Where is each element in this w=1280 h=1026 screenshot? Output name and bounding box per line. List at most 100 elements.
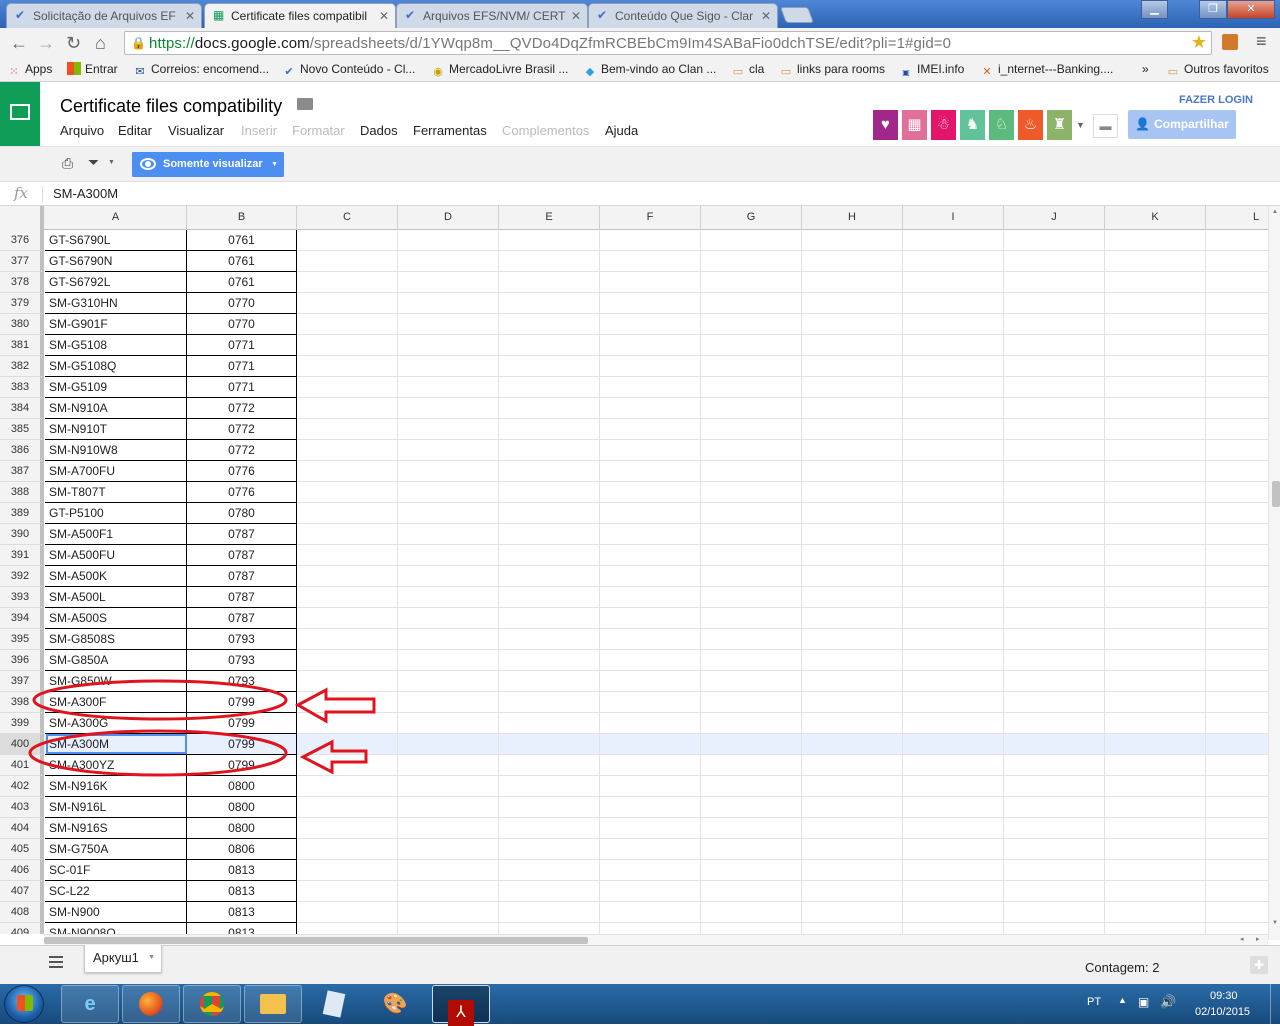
bookmark-cla[interactable]: ▭ cla bbox=[731, 62, 765, 79]
home-icon[interactable]: ⌂ bbox=[95, 32, 106, 54]
filter-icon[interactable]: ⏷ bbox=[88, 154, 99, 171]
close-icon[interactable]: ✕ bbox=[185, 4, 195, 28]
taskbar-acrobat[interactable]: ⅄ bbox=[432, 985, 490, 1026]
menu-icon[interactable]: ≡ bbox=[1256, 32, 1267, 50]
close-icon[interactable]: ✕ bbox=[379, 4, 389, 28]
bookmark-apps[interactable]: ⁙ Apps bbox=[7, 62, 52, 79]
maximize-button[interactable]: ❐ bbox=[1199, 0, 1227, 19]
scroll-thumb[interactable] bbox=[1272, 481, 1280, 507]
scroll-down-icon[interactable]: ▼ bbox=[1272, 920, 1278, 926]
addon-icon[interactable]: ♥ bbox=[873, 110, 898, 140]
browser-tab[interactable]: ✔ Solicitação de Arquivos EF ✕ bbox=[6, 3, 202, 28]
new-tab-button[interactable] bbox=[780, 7, 814, 23]
addon-icon[interactable]: ♘ bbox=[989, 110, 1014, 140]
scroll-up-icon[interactable]: ▲ bbox=[1272, 209, 1278, 215]
bookmarks-overflow[interactable]: » bbox=[1142, 62, 1149, 76]
diamond-icon: ◆ bbox=[585, 66, 595, 78]
bookmark-mercadolivre[interactable]: ◉ MercadoLivre Brasil ... bbox=[431, 62, 568, 79]
spreadsheet-grid[interactable]: ABCDEFGHIJKL 376 GT-S6790L 0761 377 GT-S6790… bbox=[0, 206, 1268, 934]
horizontal-scrollbar[interactable]: ◂ ▸ bbox=[44, 934, 1268, 945]
url-path: /spreadsheets/d/1YWqp8m__QVDo4DqZfmRCBEb… bbox=[309, 35, 952, 52]
folder-icon: ▭ bbox=[1167, 66, 1179, 78]
sheet-tab-label: Аркуш1 bbox=[93, 950, 139, 965]
bookmark-label: Correios: encomend... bbox=[151, 62, 270, 76]
document-title: Certificate files compatibility bbox=[60, 96, 283, 116]
formula-input[interactable]: SM-A300M bbox=[53, 186, 118, 201]
bookmark-novo-conteudo[interactable]: ✔ Novo Conteúdo - Cl... bbox=[282, 62, 415, 79]
menu-visualizar[interactable]: Visualizar bbox=[168, 123, 224, 138]
print-icon[interactable]: ⎙ bbox=[62, 155, 73, 172]
scroll-thumb[interactable] bbox=[44, 937, 588, 944]
bookmark-label: links para rooms bbox=[797, 62, 886, 76]
sheet-list-icon[interactable] bbox=[49, 956, 63, 968]
bookmark-clan[interactable]: ◆ Bem-vindo ao Clan ... bbox=[583, 62, 717, 79]
bookmark-links-rooms[interactable]: ▭ links para rooms bbox=[779, 62, 885, 79]
extension-icon[interactable] bbox=[1222, 34, 1238, 50]
reload-icon[interactable]: ↻ bbox=[66, 32, 81, 54]
sheets-logo[interactable] bbox=[0, 82, 40, 146]
addon-icon[interactable]: ♞ bbox=[960, 110, 985, 140]
chevron-down-icon[interactable]: ▼ bbox=[1076, 120, 1085, 130]
addon-icon[interactable]: ♨ bbox=[1018, 110, 1043, 140]
windows-taskbar: e 🎨 ⅄ PT ▲ ▣ 🔊 09:30 02/10/2015 bbox=[0, 984, 1280, 1026]
system-tray: PT ▲ ▣ 🔊 09:30 02/10/2015 bbox=[1080, 984, 1280, 1024]
back-icon[interactable]: ← bbox=[10, 32, 28, 54]
browser-tab[interactable]: ✔ Arquivos EFS/NVM/ CERT ✕ bbox=[396, 3, 588, 28]
close-window-button[interactable]: ✕ bbox=[1227, 0, 1275, 19]
vertical-scrollbar[interactable]: ▲ ▼ bbox=[1268, 206, 1280, 940]
apps-icon: ⁙ bbox=[9, 66, 19, 78]
addon-icon[interactable]: ☃ bbox=[931, 110, 956, 140]
menu-dados[interactable]: Dados bbox=[360, 123, 398, 138]
menu-inserir[interactable]: Inserir bbox=[241, 123, 277, 138]
taskbar-ie[interactable]: e bbox=[61, 985, 119, 1023]
bookmark-imei[interactable]: ▣ IMEI.info bbox=[899, 62, 964, 79]
browser-tab-active[interactable]: ▦ Certificate files compatibil ✕ bbox=[204, 3, 396, 29]
show-desktop-button[interactable] bbox=[1270, 984, 1280, 1024]
scroll-left-icon[interactable]: ◂ bbox=[1240, 935, 1244, 943]
tray-expand-icon[interactable]: ▲ bbox=[1118, 995, 1127, 1005]
minimize-button[interactable]: ▁ bbox=[1141, 0, 1168, 19]
share-button[interactable]: 👤 Compartilhar bbox=[1128, 110, 1236, 139]
chevron-down-icon[interactable]: ▼ bbox=[108, 159, 115, 166]
menu-arquivo[interactable]: Arquivo bbox=[60, 123, 104, 138]
close-icon[interactable]: ✕ bbox=[761, 4, 771, 28]
menu-complementos[interactable]: Complementos bbox=[502, 123, 589, 138]
close-icon[interactable]: ✕ bbox=[571, 4, 581, 28]
menu-formatar[interactable]: Formatar bbox=[292, 123, 345, 138]
explore-icon[interactable]: ✚ bbox=[1250, 956, 1268, 974]
address-bar[interactable]: 🔒 https://docs.google.com/spreadsheets/d… bbox=[124, 31, 1212, 55]
taskbar-firefox[interactable] bbox=[122, 985, 180, 1023]
browser-tab[interactable]: ✔ Conteúdo Que Sigo - Clar ✕ bbox=[588, 3, 778, 28]
addon-icon[interactable]: ▦ bbox=[902, 110, 927, 140]
sheet-tab[interactable]: Аркуш1 ▼ bbox=[84, 945, 162, 973]
scroll-right-icon[interactable]: ▸ bbox=[1256, 935, 1260, 943]
bookmark-outros[interactable]: ▭ Outros favoritos bbox=[1166, 62, 1269, 79]
docs-icon: ✔ bbox=[284, 66, 294, 78]
folder-icon[interactable] bbox=[297, 98, 313, 110]
taskbar-paint[interactable]: 🎨 bbox=[366, 985, 424, 1023]
addon-icon[interactable]: ♜ bbox=[1047, 110, 1072, 140]
clock-date[interactable]: 02/10/2015 bbox=[1195, 1006, 1250, 1018]
comment-icon[interactable]: ▬ bbox=[1093, 114, 1118, 138]
bookmark-entrar[interactable]: Entrar bbox=[67, 62, 118, 76]
menu-ajuda[interactable]: Ajuda bbox=[605, 123, 638, 138]
volume-icon[interactable]: 🔊 bbox=[1160, 994, 1176, 1010]
chevron-down-icon[interactable]: ▼ bbox=[148, 945, 155, 971]
bookmark-star-icon[interactable]: ★ bbox=[1191, 32, 1207, 53]
bookmark-banking[interactable]: ✕ i_nternet---Banking.... bbox=[980, 62, 1113, 79]
menu-editar[interactable]: Editar bbox=[118, 123, 152, 138]
login-link[interactable]: FAZER LOGIN bbox=[1179, 94, 1253, 106]
clock-time[interactable]: 09:30 bbox=[1210, 990, 1238, 1002]
formula-bar: fx SM-A300M bbox=[0, 182, 1280, 206]
correios-icon: ✉ bbox=[135, 66, 145, 78]
network-icon[interactable]: ▣ bbox=[1138, 995, 1149, 1009]
menu-ferramentas[interactable]: Ferramentas bbox=[413, 123, 487, 138]
taskbar-explorer[interactable] bbox=[244, 985, 302, 1023]
forward-icon[interactable]: → bbox=[37, 32, 55, 54]
start-button[interactable] bbox=[4, 985, 44, 1023]
taskbar-chrome[interactable] bbox=[183, 985, 241, 1023]
view-only-button[interactable]: Somente visualizar ▼ bbox=[132, 152, 284, 177]
bookmark-correios[interactable]: ✉ Correios: encomend... bbox=[133, 62, 269, 79]
taskbar-notepad[interactable] bbox=[305, 985, 363, 1023]
language-indicator[interactable]: PT bbox=[1087, 996, 1101, 1008]
